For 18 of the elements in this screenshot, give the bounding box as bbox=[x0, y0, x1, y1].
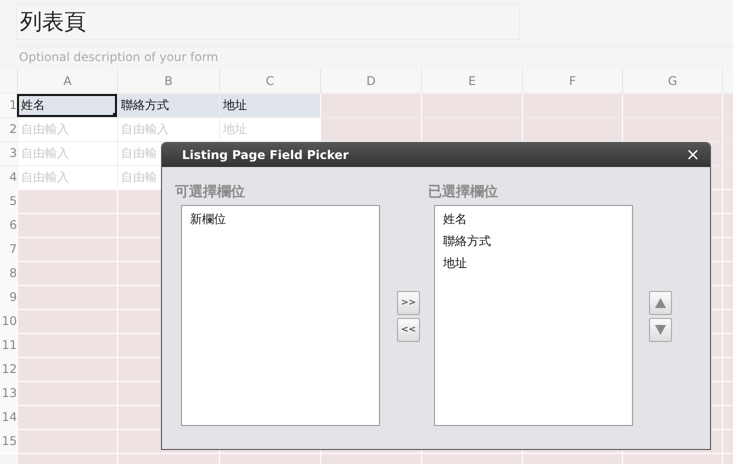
row-number: 10 bbox=[0, 310, 17, 333]
dialog-title: Listing Page Field Picker bbox=[182, 148, 350, 162]
row-number: 12 bbox=[0, 358, 17, 381]
row-number: 9 bbox=[0, 286, 17, 309]
row-number: 3 bbox=[0, 142, 17, 165]
row-number: 1 bbox=[0, 94, 17, 117]
row-number: 2 bbox=[0, 118, 17, 141]
row-number: 4 bbox=[0, 166, 17, 189]
row-number: 5 bbox=[0, 190, 17, 213]
row-number: 15 bbox=[0, 430, 17, 453]
row-number: 6 bbox=[0, 214, 17, 237]
row-number: 11 bbox=[0, 334, 17, 357]
row-number: 8 bbox=[0, 262, 17, 285]
selected-fields-label: 已選擇欄位 bbox=[428, 183, 499, 202]
row-number: 13 bbox=[0, 382, 17, 405]
row-number: 14 bbox=[0, 406, 17, 429]
row-number: 7 bbox=[0, 238, 17, 261]
available-fields-label: 可選擇欄位 bbox=[175, 183, 246, 202]
